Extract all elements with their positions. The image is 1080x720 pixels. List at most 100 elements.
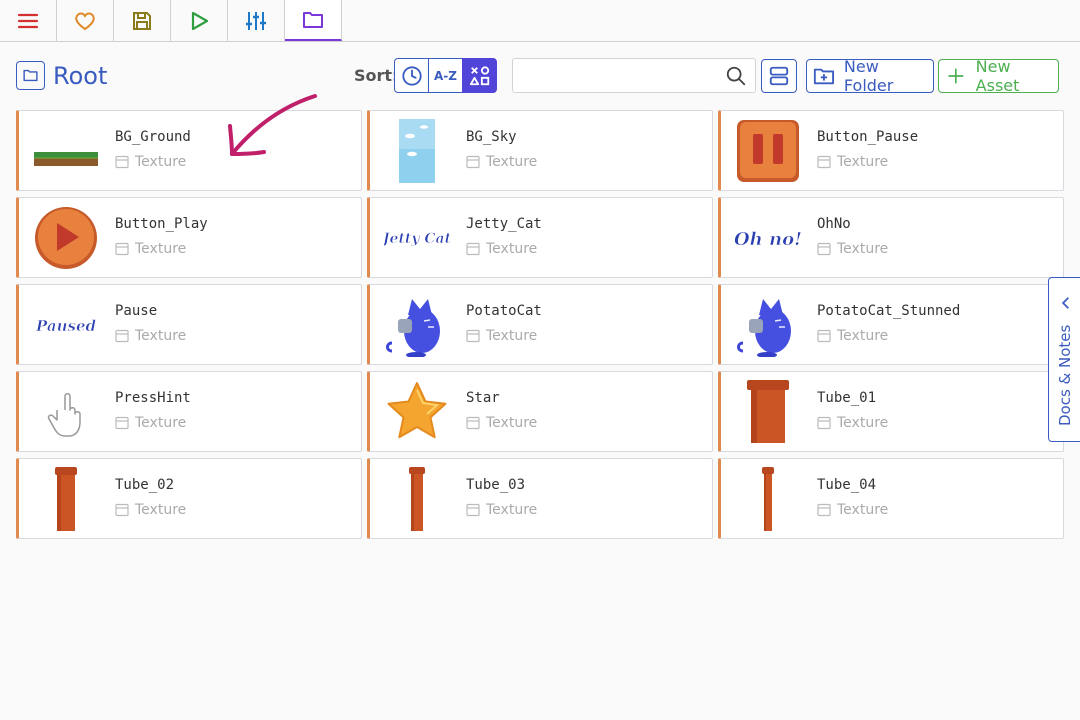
asset-thumbnail xyxy=(33,467,99,531)
texture-icon xyxy=(115,329,129,343)
menu-icon xyxy=(17,13,39,28)
asset-type-label: Texture xyxy=(135,241,187,257)
asset-type-label: Texture xyxy=(837,241,889,257)
asset-type: Texture xyxy=(466,154,537,170)
asset-card[interactable]: Tube_01 Texture xyxy=(718,371,1064,452)
asset-card[interactable]: Star Texture xyxy=(367,371,713,452)
texture-icon xyxy=(817,416,831,430)
asset-card[interactable]: Tube_03 Texture xyxy=(367,458,713,539)
shapes-icon xyxy=(469,65,489,85)
new-asset-label: New Asset xyxy=(975,57,1020,95)
svg-text:Paused: Paused xyxy=(35,317,96,335)
asset-thumbnail: Jetty Cat xyxy=(384,206,450,270)
asset-name: Pause xyxy=(115,303,158,319)
new-folder-button[interactable]: New Folder xyxy=(806,57,934,95)
asset-thumbnail xyxy=(384,467,450,531)
asset-card[interactable]: Tube_04 Texture xyxy=(718,458,1064,539)
docs-notes-label: Docs & Notes xyxy=(1056,324,1074,426)
tab-menu[interactable] xyxy=(0,0,57,41)
asset-type-label: Texture xyxy=(837,415,889,431)
asset-grid: BG_Ground Texture BG_Sky Texture Button_Paus… xyxy=(16,110,1064,539)
asset-name: Button_Play xyxy=(115,216,208,232)
sort-by-name-button[interactable]: A-Z xyxy=(428,58,463,93)
texture-icon xyxy=(466,416,480,430)
folder-icon xyxy=(303,11,323,28)
texture-icon xyxy=(817,503,831,517)
svg-text:Jetty Cat: Jetty Cat xyxy=(384,231,450,247)
top-toolbar xyxy=(0,0,1080,42)
asset-name: PressHint xyxy=(115,390,191,406)
sort-by-type-button[interactable] xyxy=(462,58,497,93)
texture-icon xyxy=(466,155,480,169)
asset-card[interactable]: BG_Sky Texture xyxy=(367,110,713,191)
folder-icon xyxy=(23,69,38,82)
asset-type: Texture xyxy=(466,502,537,518)
asset-name: BG_Sky xyxy=(466,129,517,145)
root-folder-button[interactable] xyxy=(16,61,45,90)
clock-icon xyxy=(401,65,422,86)
asset-card[interactable]: PressHint Texture xyxy=(16,371,362,452)
folder-plus-icon xyxy=(813,68,834,85)
tab-save[interactable] xyxy=(114,0,171,41)
asset-type: Texture xyxy=(115,154,186,170)
asset-name: Star xyxy=(466,390,500,406)
chevron-left-icon xyxy=(1061,297,1069,309)
sort-toggle-group: A-Z xyxy=(394,58,497,93)
asset-type: Texture xyxy=(115,415,186,431)
texture-icon xyxy=(115,416,129,430)
asset-card[interactable]: Oh no! OhNo Texture xyxy=(718,197,1064,278)
tab-favorites[interactable] xyxy=(57,0,114,41)
asset-thumbnail xyxy=(33,206,99,270)
asset-type: Texture xyxy=(817,328,888,344)
asset-type-label: Texture xyxy=(486,241,538,257)
sort-by-date-button[interactable] xyxy=(394,58,429,93)
search-box xyxy=(512,58,756,93)
search-input[interactable] xyxy=(519,63,719,89)
asset-card[interactable]: PotatoCat Texture xyxy=(367,284,713,365)
asset-thumbnail xyxy=(33,119,99,183)
texture-icon xyxy=(115,503,129,517)
asset-type: Texture xyxy=(115,502,186,518)
page-title: Root xyxy=(53,62,108,90)
asset-type-label: Texture xyxy=(486,502,538,518)
asset-type-label: Texture xyxy=(837,328,889,344)
texture-icon xyxy=(466,242,480,256)
texture-icon xyxy=(817,242,831,256)
asset-type: Texture xyxy=(817,415,888,431)
asset-card[interactable]: Paused Pause Texture xyxy=(16,284,362,365)
asset-card[interactable]: Tube_02 Texture xyxy=(16,458,362,539)
texture-icon xyxy=(817,329,831,343)
asset-type-label: Texture xyxy=(837,154,889,170)
view-mode-button[interactable] xyxy=(761,59,797,93)
tab-assets[interactable] xyxy=(285,0,342,41)
asset-type: Texture xyxy=(466,328,537,344)
asset-thumbnail xyxy=(384,380,450,444)
texture-icon xyxy=(817,155,831,169)
save-icon xyxy=(133,11,151,30)
search-icon[interactable] xyxy=(725,65,747,87)
asset-thumbnail xyxy=(33,380,99,444)
texture-icon xyxy=(466,329,480,343)
asset-thumbnail xyxy=(735,119,801,183)
asset-type: Texture xyxy=(817,241,888,257)
asset-thumbnail: Paused xyxy=(33,293,99,357)
asset-type: Texture xyxy=(466,241,537,257)
asset-type-label: Texture xyxy=(135,154,187,170)
asset-type-label: Texture xyxy=(486,415,538,431)
tab-play[interactable] xyxy=(171,0,228,41)
sort-label: Sort: xyxy=(354,66,399,85)
asset-card[interactable]: Jetty Cat Jetty_Cat Texture xyxy=(367,197,713,278)
asset-card[interactable]: Button_Play Texture xyxy=(16,197,362,278)
docs-notes-panel-tab[interactable]: Docs & Notes xyxy=(1048,277,1080,442)
new-asset-button[interactable]: New Asset xyxy=(938,57,1059,95)
tab-settings[interactable] xyxy=(228,0,285,41)
heart-icon xyxy=(75,11,95,30)
asset-card[interactable]: Button_Pause Texture xyxy=(718,110,1064,191)
asset-type: Texture xyxy=(817,502,888,518)
asset-type-label: Texture xyxy=(135,502,187,518)
texture-icon xyxy=(466,503,480,517)
asset-thumbnail xyxy=(735,380,801,444)
asset-thumbnail xyxy=(735,467,801,531)
asset-card[interactable]: PotatoCat_Stunned Texture xyxy=(718,284,1064,365)
sliders-icon xyxy=(246,11,266,30)
